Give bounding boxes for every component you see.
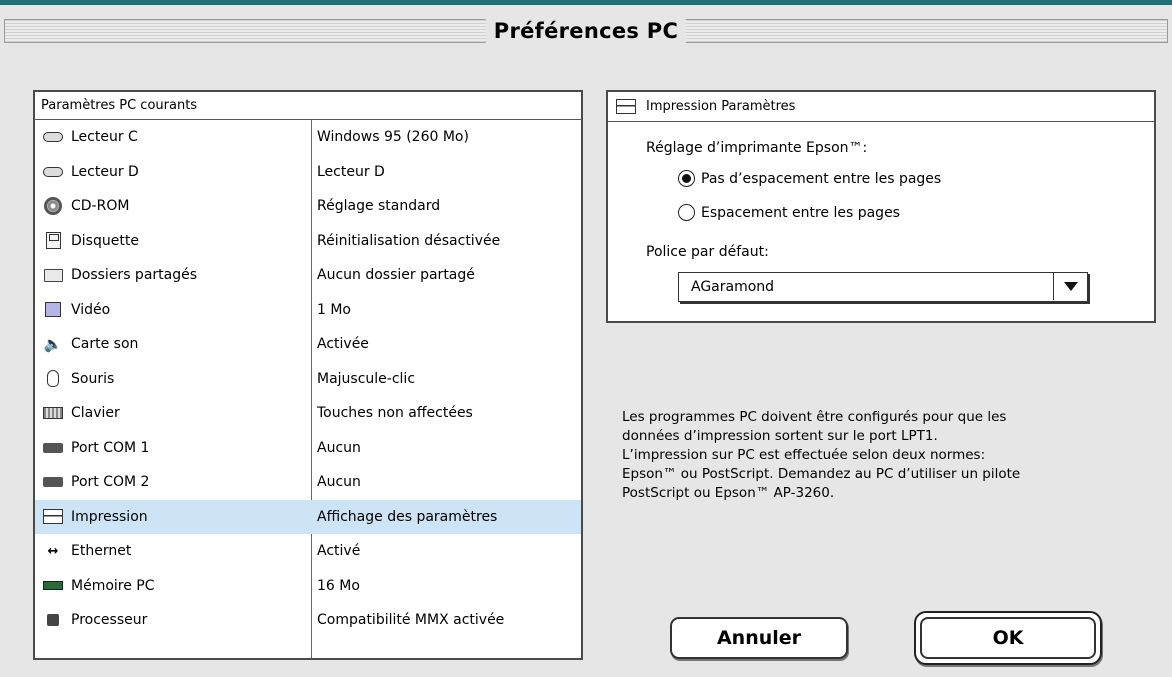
setting-value: Lecteur D bbox=[317, 163, 385, 180]
radio-button-unchecked[interactable] bbox=[678, 204, 695, 221]
default-font-label: Police par défaut: bbox=[646, 244, 769, 260]
settings-row[interactable]: CD-ROM Réglage standard bbox=[35, 189, 581, 224]
settings-row[interactable]: Souris Majuscule-clic bbox=[35, 362, 581, 397]
processor-icon bbox=[43, 611, 63, 629]
settings-row[interactable]: Port COM 1 Aucun bbox=[35, 431, 581, 466]
default-font-value: AGaramond bbox=[691, 279, 775, 295]
setting-value: Activée bbox=[317, 336, 369, 353]
setting-value: 16 Mo bbox=[317, 577, 360, 594]
setting-name: Processeur bbox=[71, 612, 148, 629]
default-font-select[interactable]: AGaramond bbox=[678, 272, 1088, 302]
setting-name: Impression bbox=[71, 508, 148, 525]
ok-button[interactable]: OK bbox=[914, 611, 1102, 665]
help-text-line: PostScript ou Epson™ AP-3260. bbox=[622, 485, 835, 501]
print-panel-title: Impression Paramètres bbox=[646, 99, 796, 114]
settings-rows: Lecteur C Windows 95 (260 Mo) Lecteur D Lec… bbox=[35, 120, 581, 638]
settings-row[interactable]: 🔈 Carte son Activée bbox=[35, 327, 581, 362]
floppy-icon bbox=[43, 232, 63, 250]
settings-row[interactable]: Vidéo 1 Mo bbox=[35, 293, 581, 328]
radio-label: Pas d’espacement entre les pages bbox=[701, 170, 942, 187]
folder-icon bbox=[43, 266, 63, 284]
settings-row[interactable]: Disquette Réinitialisation désactivée bbox=[35, 224, 581, 259]
settings-row[interactable]: Lecteur D Lecteur D bbox=[35, 155, 581, 190]
setting-name: CD-ROM bbox=[71, 198, 130, 215]
setting-value: Réglage standard bbox=[317, 198, 441, 215]
setting-name: Mémoire PC bbox=[71, 577, 155, 594]
settings-row[interactable]: Impression Affichage des paramètres bbox=[35, 499, 581, 534]
setting-name: Lecteur C bbox=[71, 129, 138, 146]
radio-no-page-spacing[interactable]: Pas d’espacement entre les pages bbox=[678, 170, 941, 187]
setting-value: Windows 95 (260 Mo) bbox=[317, 129, 469, 146]
printer-icon bbox=[616, 99, 636, 114]
mouse-icon bbox=[43, 370, 63, 388]
title-bar[interactable]: Préférences PC bbox=[4, 16, 1168, 46]
settings-row[interactable]: Mémoire PC 16 Mo bbox=[35, 569, 581, 604]
setting-value: Affichage des paramètres bbox=[317, 508, 498, 525]
setting-value: 1 Mo bbox=[317, 301, 352, 318]
memory-icon bbox=[43, 577, 63, 595]
setting-name: Dossiers partagés bbox=[71, 267, 198, 284]
setting-value: Réinitialisation désactivée bbox=[317, 232, 501, 249]
setting-name: Souris bbox=[71, 370, 115, 387]
setting-value: Activé bbox=[317, 543, 361, 560]
speaker-icon: 🔈 bbox=[43, 334, 63, 353]
ethernet-icon: ↔ bbox=[47, 543, 59, 559]
settings-row[interactable]: Processeur Compatibilité MMX activée bbox=[35, 603, 581, 638]
setting-value: Touches non affectées bbox=[317, 405, 473, 422]
printer-icon bbox=[43, 508, 63, 526]
setting-name: Port COM 2 bbox=[71, 474, 150, 491]
help-text-line: Epson™ ou PostScript. Demandez au PC d’u… bbox=[622, 466, 1021, 482]
window-title: Préférences PC bbox=[485, 16, 687, 46]
help-text-line: L’impression sur PC est effectuée selon … bbox=[622, 447, 986, 463]
settings-row[interactable]: Dossiers partagés Aucun dossier partagé bbox=[35, 258, 581, 293]
chevron-down-icon bbox=[1063, 282, 1078, 291]
hard-drive-icon bbox=[43, 128, 63, 146]
setting-value: Aucun bbox=[317, 474, 361, 491]
settings-row[interactable]: Lecteur C Windows 95 (260 Mo) bbox=[35, 120, 581, 155]
cd-rom-icon bbox=[43, 197, 63, 216]
dropdown-arrow[interactable] bbox=[1053, 273, 1087, 300]
setting-value: Majuscule-clic bbox=[317, 370, 416, 387]
help-text-line: Les programmes PC doivent être configuré… bbox=[622, 409, 1007, 425]
settings-row[interactable]: Clavier Touches non affectées bbox=[35, 396, 581, 431]
ok-button-label: OK bbox=[920, 617, 1096, 659]
setting-value: Aucun dossier partagé bbox=[317, 267, 475, 284]
keyboard-icon bbox=[43, 404, 63, 422]
setting-value: Compatibilité MMX activée bbox=[317, 612, 505, 629]
setting-name: Disquette bbox=[71, 232, 139, 249]
settings-row[interactable]: Port COM 2 Aucun bbox=[35, 465, 581, 500]
printer-setting-label: Réglage d’imprimante Epson™: bbox=[646, 140, 868, 156]
print-panel-header: Impression Paramètres bbox=[608, 92, 1154, 122]
video-icon bbox=[43, 301, 63, 319]
radio-page-spacing[interactable]: Espacement entre les pages bbox=[678, 204, 900, 221]
setting-name: Lecteur D bbox=[71, 163, 139, 180]
settings-row[interactable]: ↔ Ethernet Activé bbox=[35, 534, 581, 569]
cancel-button[interactable]: Annuler bbox=[670, 617, 848, 659]
setting-name: Vidéo bbox=[71, 301, 111, 318]
settings-list: Paramètres PC courants Lecteur C Windows … bbox=[33, 90, 583, 660]
com-port-icon bbox=[43, 473, 63, 491]
radio-button-checked[interactable] bbox=[678, 170, 695, 187]
preferences-window: Préférences PC Paramètres PC courants Le… bbox=[0, 0, 1172, 677]
setting-name: Carte son bbox=[71, 336, 139, 353]
setting-value: Aucun bbox=[317, 439, 361, 456]
help-text-line: données d’impression sortent sur le port… bbox=[622, 428, 938, 444]
print-settings-panel: Impression Paramètres Réglage d’impriman… bbox=[606, 90, 1156, 323]
help-text: Les programmes PC doivent être configuré… bbox=[622, 408, 1142, 503]
setting-name: Port COM 1 bbox=[71, 439, 150, 456]
radio-label: Espacement entre les pages bbox=[701, 204, 900, 221]
hard-drive-icon bbox=[43, 163, 63, 181]
setting-name: Clavier bbox=[71, 405, 120, 422]
settings-list-header: Paramètres PC courants bbox=[35, 92, 581, 120]
com-port-icon bbox=[43, 439, 63, 457]
setting-name: Ethernet bbox=[71, 543, 132, 560]
